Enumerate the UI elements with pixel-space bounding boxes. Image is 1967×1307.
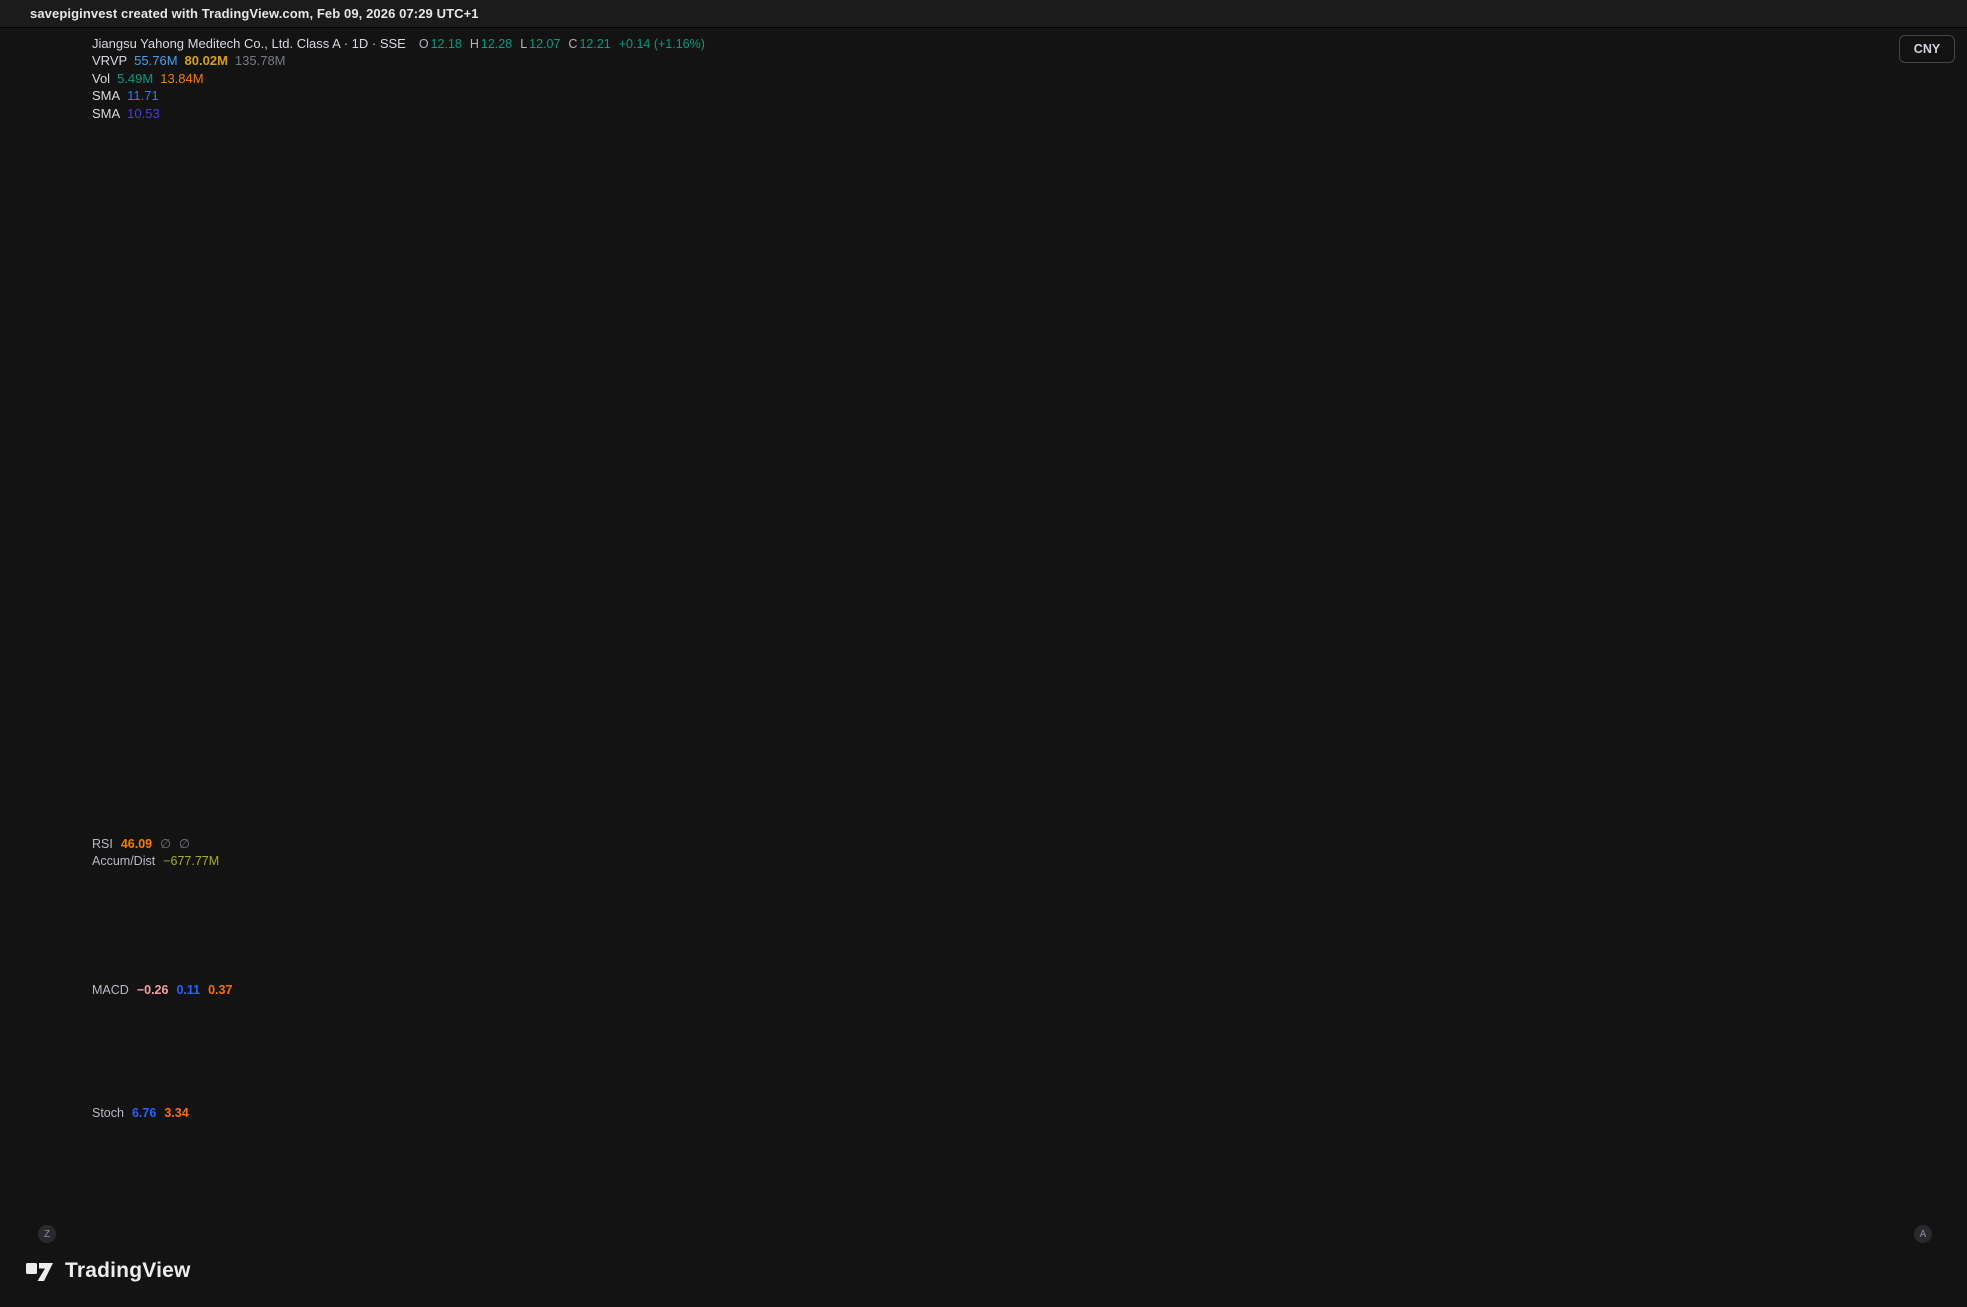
symbol-legend-row[interactable]: Jiangsu Yahong Meditech Co., Ltd. Class … [92, 36, 705, 51]
volume-value-2: 13.84M [160, 71, 203, 86]
tradingview-logo[interactable]: TradingView [26, 1258, 191, 1284]
attribution-text: savepiginvest created with TradingView.c… [30, 6, 479, 21]
high-label: H [470, 37, 479, 51]
ohlc-values: O 12.18 H 12.28 L 12.07 C 12.21 +0.14 (+… [413, 37, 705, 51]
vrvp-value-1: 55.76M [134, 53, 177, 68]
open-label: O [419, 37, 429, 51]
sma2-value: 10.53 [127, 106, 160, 121]
sma2-label: SMA [92, 106, 120, 121]
symbol-title: Jiangsu Yahong Meditech Co., Ltd. Class … [92, 36, 406, 51]
chart-canvas[interactable] [0, 0, 1967, 1307]
close-value: 12.21 [579, 37, 610, 51]
sma1-value: 11.71 [127, 88, 159, 103]
low-label: L [520, 37, 527, 51]
low-value: 12.07 [529, 37, 560, 51]
volume-legend-row[interactable]: Vol 5.49M 13.84M [92, 71, 204, 86]
high-value: 12.28 [481, 37, 512, 51]
vrvp-legend-row[interactable]: VRVP 55.76M 80.02M 135.78M [92, 53, 286, 68]
volume-value-1: 5.49M [117, 71, 153, 86]
open-value: 12.18 [431, 37, 462, 51]
change-value: +0.14 (+1.16%) [619, 37, 705, 51]
close-label: C [568, 37, 577, 51]
tradingview-logo-text: TradingView [65, 1259, 191, 1283]
vrvp-value-3: 135.78M [235, 53, 286, 68]
chart-window: savepiginvest created with TradingView.c… [0, 0, 1967, 1307]
sma2-legend-row[interactable]: SMA 10.53 [92, 106, 160, 121]
volume-label: Vol [92, 71, 110, 86]
vrvp-label: VRVP [92, 53, 127, 68]
vrvp-value-2: 80.02M [185, 53, 228, 68]
attribution-bar: savepiginvest created with TradingView.c… [0, 0, 1967, 28]
sma1-label: SMA [92, 88, 120, 103]
tradingview-logo-icon [26, 1258, 56, 1284]
sma1-legend-row[interactable]: SMA 11.71 [92, 88, 159, 103]
